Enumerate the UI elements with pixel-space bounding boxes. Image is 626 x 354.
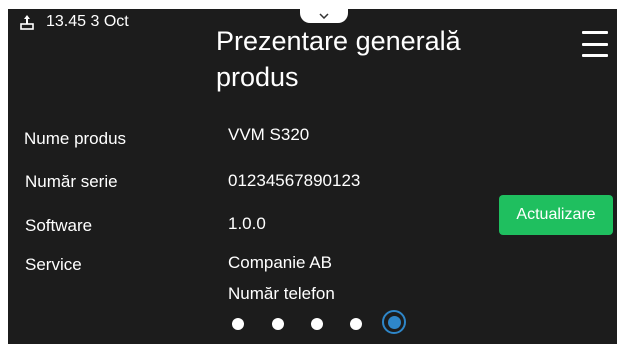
status-bar: 13.45 3 Oct: [20, 12, 129, 32]
page-dot-1[interactable]: [232, 318, 244, 330]
product-name-label: Nume produs: [24, 129, 127, 148]
page-dot-5-active[interactable]: [382, 310, 406, 334]
service-phone-value: Număr telefon: [228, 284, 335, 303]
product-name-value: VVM S320: [228, 125, 310, 144]
hamburger-menu-icon[interactable]: [582, 31, 608, 57]
page-dot-4[interactable]: [350, 318, 362, 330]
usb-icon: [20, 15, 34, 30]
status-time-date: 13.45 3 Oct: [46, 13, 129, 30]
software-label: Software: [25, 216, 93, 235]
page-dot-2[interactable]: [272, 318, 284, 330]
serial-number-label: Număr serie: [25, 172, 118, 191]
pull-down-tab[interactable]: [300, 9, 348, 23]
chevron-down-icon: [319, 13, 329, 19]
update-button[interactable]: Actualizare: [499, 195, 613, 235]
service-label: Service: [25, 255, 82, 274]
page-dot-3[interactable]: [311, 318, 323, 330]
page-title: Prezentare generală produs: [216, 26, 461, 92]
service-company-value: Companie AB: [228, 253, 332, 272]
software-version-value: 1.0.0: [228, 214, 266, 233]
serial-number-value: 01234567890123: [228, 171, 361, 190]
device-screen: 13.45 3 Oct Prezentare generală produs N…: [8, 9, 617, 344]
